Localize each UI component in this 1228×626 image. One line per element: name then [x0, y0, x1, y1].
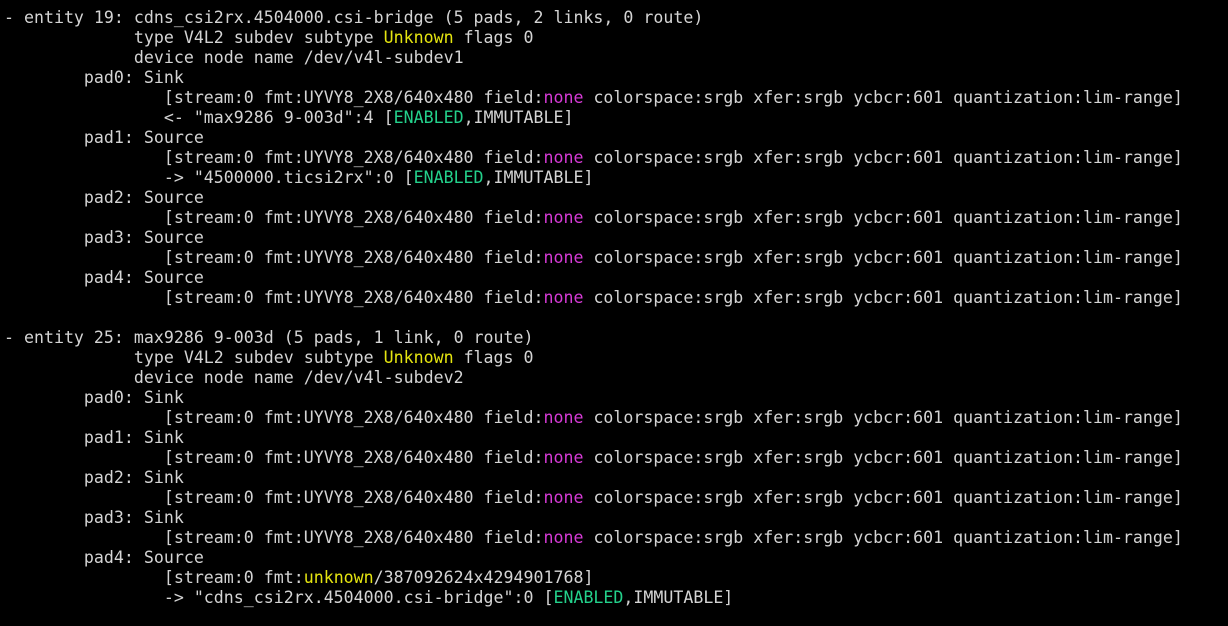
terminal-line: [stream:0 fmt:UYVY8_2X8/640x480 field:no… — [4, 288, 1228, 308]
terminal-text-segment: pad4: Source — [4, 268, 204, 287]
terminal-text-segment: none — [543, 248, 584, 267]
terminal-text-segment: type V4L2 subdev subtype — [4, 28, 384, 47]
terminal-text-segment: ,IMMUTABLE] — [483, 168, 594, 187]
terminal-line: pad1: Sink — [4, 428, 1228, 448]
terminal-text-segment: device node name /dev/v4l-subdev1 — [4, 48, 464, 67]
terminal-text-segment: ENABLED — [393, 108, 464, 127]
terminal-text-segment: pad0: Sink — [4, 68, 184, 87]
terminal-text-segment: Unknown — [383, 28, 454, 47]
terminal-line: device node name /dev/v4l-subdev1 — [4, 48, 1228, 68]
terminal-text-segment: none — [543, 148, 584, 167]
terminal-text-segment: colorspace:srgb xfer:srgb ycbcr:601 quan… — [583, 488, 1183, 507]
terminal-line: -> "cdns_csi2rx.4504000.csi-bridge":0 [E… — [4, 588, 1228, 608]
terminal-text-segment: ENABLED — [413, 168, 484, 187]
terminal-text-segment: none — [543, 208, 584, 227]
terminal-text-segment: [stream:0 fmt: — [4, 568, 304, 587]
terminal-line: pad0: Sink — [4, 388, 1228, 408]
terminal-text-segment: [stream:0 fmt:UYVY8_2X8/640x480 field: — [4, 488, 544, 507]
terminal-text-segment: [stream:0 fmt:UYVY8_2X8/640x480 field: — [4, 288, 544, 307]
terminal-line: [stream:0 fmt:UYVY8_2X8/640x480 field:no… — [4, 208, 1228, 228]
terminal-line: [stream:0 fmt:UYVY8_2X8/640x480 field:no… — [4, 528, 1228, 548]
terminal-text-segment: /387092624x4294901768] — [373, 568, 594, 587]
terminal-line: pad0: Sink — [4, 68, 1228, 88]
terminal-line: pad4: Source — [4, 268, 1228, 288]
terminal-text-segment: colorspace:srgb xfer:srgb ycbcr:601 quan… — [583, 288, 1183, 307]
terminal-text-segment: none — [543, 288, 584, 307]
terminal-line: [stream:0 fmt:UYVY8_2X8/640x480 field:no… — [4, 488, 1228, 508]
terminal-text-segment: none — [543, 408, 584, 427]
terminal-line: type V4L2 subdev subtype Unknown flags 0 — [4, 348, 1228, 368]
terminal-text-segment: [stream:0 fmt:UYVY8_2X8/640x480 field: — [4, 88, 544, 107]
terminal-text-segment: pad1: Source — [4, 128, 204, 147]
terminal-text-segment: pad2: Source — [4, 188, 204, 207]
terminal-text-segment: ,IMMUTABLE] — [623, 588, 734, 607]
terminal-line: [stream:0 fmt:UYVY8_2X8/640x480 field:no… — [4, 88, 1228, 108]
terminal-text-segment: [stream:0 fmt:UYVY8_2X8/640x480 field: — [4, 448, 544, 467]
terminal-text-segment: colorspace:srgb xfer:srgb ycbcr:601 quan… — [583, 208, 1183, 227]
terminal-text-segment: colorspace:srgb xfer:srgb ycbcr:601 quan… — [583, 448, 1183, 467]
terminal-line: [stream:0 fmt:unknown/387092624x42949017… — [4, 568, 1228, 588]
terminal-text-segment: colorspace:srgb xfer:srgb ycbcr:601 quan… — [583, 528, 1183, 547]
terminal-line: pad1: Source — [4, 128, 1228, 148]
terminal-text-segment: - entity 19: cdns_csi2rx.4504000.csi-bri… — [4, 8, 704, 27]
terminal-text-segment: flags 0 — [453, 348, 534, 367]
terminal-text-segment: none — [543, 528, 584, 547]
terminal-text-segment: -> "cdns_csi2rx.4504000.csi-bridge":0 [ — [4, 588, 554, 607]
terminal-text-segment: none — [543, 448, 584, 467]
terminal-text-segment: ,IMMUTABLE] — [463, 108, 574, 127]
terminal-text-segment: [stream:0 fmt:UYVY8_2X8/640x480 field: — [4, 148, 544, 167]
terminal-text-segment: unknown — [303, 568, 374, 587]
terminal-text-segment: device node name /dev/v4l-subdev2 — [4, 368, 464, 387]
terminal-line: [stream:0 fmt:UYVY8_2X8/640x480 field:no… — [4, 408, 1228, 428]
terminal-line: -> "4500000.ticsi2rx":0 [ENABLED,IMMUTAB… — [4, 168, 1228, 188]
terminal-output[interactable]: - entity 19: cdns_csi2rx.4504000.csi-bri… — [0, 0, 1228, 626]
terminal-line: <- "max9286 9-003d":4 [ENABLED,IMMUTABLE… — [4, 108, 1228, 128]
terminal-line: type V4L2 subdev subtype Unknown flags 0 — [4, 28, 1228, 48]
terminal-text-segment: [stream:0 fmt:UYVY8_2X8/640x480 field: — [4, 528, 544, 547]
terminal-text-segment: [stream:0 fmt:UYVY8_2X8/640x480 field: — [4, 408, 544, 427]
terminal-text-segment: colorspace:srgb xfer:srgb ycbcr:601 quan… — [583, 248, 1183, 267]
terminal-text-segment: Unknown — [383, 348, 454, 367]
terminal-line: pad3: Sink — [4, 508, 1228, 528]
terminal-line: pad4: Source — [4, 548, 1228, 568]
terminal-line: - entity 25: max9286 9-003d (5 pads, 1 l… — [4, 328, 1228, 348]
terminal-text-segment: [stream:0 fmt:UYVY8_2X8/640x480 field: — [4, 248, 544, 267]
terminal-line: [stream:0 fmt:UYVY8_2X8/640x480 field:no… — [4, 148, 1228, 168]
terminal-text-segment: ENABLED — [553, 588, 624, 607]
terminal-text-segment: colorspace:srgb xfer:srgb ycbcr:601 quan… — [583, 88, 1183, 107]
terminal-line: - entity 19: cdns_csi2rx.4504000.csi-bri… — [4, 8, 1228, 28]
terminal-text-segment: - entity 25: max9286 9-003d (5 pads, 1 l… — [4, 328, 534, 347]
terminal-line: pad3: Source — [4, 228, 1228, 248]
terminal-text-segment: none — [543, 488, 584, 507]
terminal-text-segment: -> "4500000.ticsi2rx":0 [ — [4, 168, 414, 187]
terminal-line: device node name /dev/v4l-subdev2 — [4, 368, 1228, 388]
terminal-text-segment: [stream:0 fmt:UYVY8_2X8/640x480 field: — [4, 208, 544, 227]
terminal-text-segment: pad1: Sink — [4, 428, 184, 447]
terminal-text-segment: colorspace:srgb xfer:srgb ycbcr:601 quan… — [583, 408, 1183, 427]
terminal-line: pad2: Source — [4, 188, 1228, 208]
terminal-text-segment: pad3: Source — [4, 228, 204, 247]
terminal-text-segment: colorspace:srgb xfer:srgb ycbcr:601 quan… — [583, 148, 1183, 167]
terminal-text-segment: pad2: Sink — [4, 468, 184, 487]
terminal-text-segment: pad3: Sink — [4, 508, 184, 527]
terminal-text-segment: flags 0 — [453, 28, 534, 47]
terminal-text-segment: type V4L2 subdev subtype — [4, 348, 384, 367]
terminal-text-segment: pad0: Sink — [4, 388, 184, 407]
terminal-line: [stream:0 fmt:UYVY8_2X8/640x480 field:no… — [4, 448, 1228, 468]
terminal-line: [stream:0 fmt:UYVY8_2X8/640x480 field:no… — [4, 248, 1228, 268]
terminal-text-segment: <- "max9286 9-003d":4 [ — [4, 108, 394, 127]
terminal-text-segment: pad4: Source — [4, 548, 204, 567]
terminal-text-segment: none — [543, 88, 584, 107]
terminal-line: pad2: Sink — [4, 468, 1228, 488]
